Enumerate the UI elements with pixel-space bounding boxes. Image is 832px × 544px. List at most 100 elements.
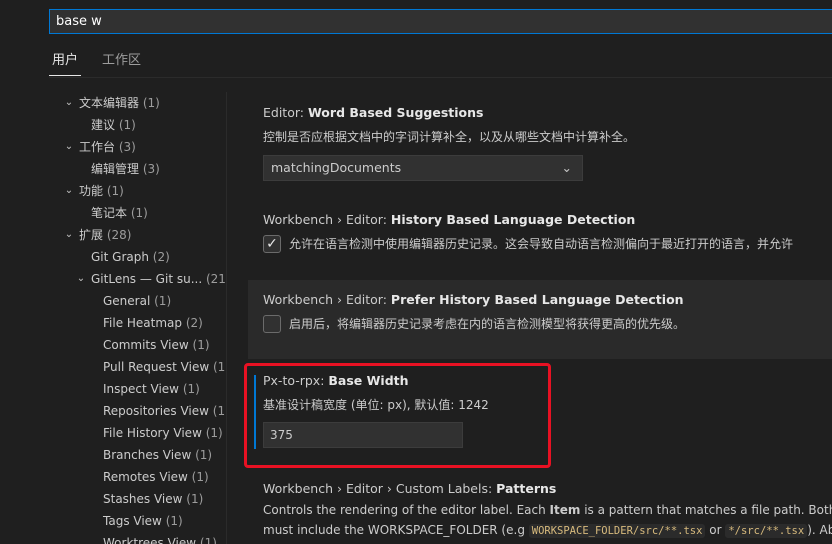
toc-item-pull-request-view[interactable]: Pull Request View (1) — [103, 356, 226, 378]
checkbox-label: 允许在语言检测中使用编辑器历史记录。这会导致自动语言检测偏向于最近打开的语言，并… — [289, 237, 794, 251]
toc-count: (1) — [212, 404, 226, 418]
setting-title: Workbench › Editor: Prefer History Based… — [263, 292, 684, 307]
toc-item-gitlens[interactable]: ⌄ GitLens — Git su... (21) — [74, 268, 226, 290]
chevron-down-icon: ⌄ — [64, 141, 74, 152]
toc-item-file-history-view[interactable]: File History View (1) — [103, 422, 223, 444]
toc-count: (1) — [130, 206, 148, 220]
setting-name: History Based Language Detection — [390, 212, 636, 227]
toc-item-editor-management[interactable]: 编辑管理 (3) — [91, 158, 160, 180]
chevron-down-icon: ⌄ — [64, 229, 74, 240]
settings-search-input[interactable] — [49, 9, 832, 34]
toc-item-inspect-view[interactable]: Inspect View (1) — [103, 378, 200, 400]
toc-count: (3) — [118, 140, 136, 154]
description-text: ). Absolu — [807, 523, 832, 537]
setting-title: Workbench › Editor: History Based Langua… — [263, 212, 635, 227]
toc-item-extensions[interactable]: ⌄ 扩展 (28) — [62, 224, 132, 246]
toc-label: File History View — [103, 426, 202, 440]
toc-label: 功能 — [79, 184, 104, 198]
setting-category: Workbench › Editor › Custom Labels: — [263, 481, 497, 496]
setting-name: Patterns — [496, 481, 557, 496]
toc-item-notebook[interactable]: 笔记本 (1) — [91, 202, 148, 224]
toc-item-remotes-view[interactable]: Remotes View (1) — [103, 466, 209, 488]
toc-item-general[interactable]: General (1) — [103, 290, 171, 312]
toc-label: 编辑管理 — [91, 162, 140, 176]
chevron-down-icon: ⌄ — [64, 97, 74, 108]
toc-count: (1) — [186, 492, 204, 506]
setting-prefer-history-language-detection: Workbench › Editor: Prefer History Based… — [248, 280, 832, 359]
toc-label: Stashes View — [103, 492, 183, 506]
toc-item-workbench[interactable]: ⌄ 工作台 (3) — [62, 136, 136, 158]
toc-label: File Heatmap — [103, 316, 183, 330]
tabs-divider — [49, 77, 832, 78]
setting-category: Editor: — [263, 105, 308, 120]
toc-item-worktrees-view[interactable]: Worktrees View (1) — [103, 532, 217, 544]
toc-label: Pull Request View — [103, 360, 210, 374]
setting-name: Prefer History Based Language Detection — [390, 292, 684, 307]
description-text: is a pattern that matches a file path. B… — [584, 503, 832, 517]
toc-count: (1) — [182, 382, 200, 396]
chevron-down-icon: ⌄ — [561, 160, 572, 175]
setting-description: 控制是否应根据文档中的字词计算补全，以及从哪些文档中计算补全。 — [263, 130, 636, 144]
toc-count: (1) — [142, 96, 160, 110]
settings-scope-tabs: 用户 工作区 — [49, 52, 144, 76]
toc-item-tags-view[interactable]: Tags View (1) — [103, 510, 183, 532]
setting-title: Workbench › Editor › Custom Labels: Patt… — [263, 481, 556, 496]
toc-count: (1) — [205, 426, 223, 440]
toc-count: (1) — [199, 536, 217, 544]
toc-label: Branches View — [103, 448, 192, 462]
setting-history-based-language-detection: Workbench › Editor: History Based Langua… — [248, 200, 832, 280]
toc-count: (1) — [212, 360, 226, 374]
settings-toc: ⌄ 文本编辑器 (1) 建议 (1) ⌄ 工作台 (3) 编辑管理 (3) ⌄ 功能 … — [0, 92, 226, 544]
description-bold: Item — [549, 503, 581, 517]
toc-count: (1) — [191, 470, 209, 484]
history-language-detection-checkbox[interactable]: ✓ — [263, 235, 281, 253]
toc-item-text-editor[interactable]: ⌄ 文本编辑器 (1) — [62, 92, 160, 114]
toc-item-git-graph[interactable]: Git Graph (2) — [91, 246, 170, 268]
toc-count: (1) — [118, 118, 136, 132]
setting-category: Workbench › Editor: — [263, 292, 391, 307]
toc-count: (1) — [106, 184, 124, 198]
toc-label: Git Graph — [91, 250, 149, 264]
toc-count: (21) — [205, 272, 226, 286]
toc-item-branches-view[interactable]: Branches View (1) — [103, 444, 212, 466]
select-value: matchingDocuments — [271, 160, 402, 175]
toc-divider — [226, 92, 227, 544]
toc-item-repositories-view[interactable]: Repositories View (1) — [103, 400, 226, 422]
toc-label: 文本编辑器 — [79, 96, 140, 110]
toc-label: 建议 — [91, 118, 116, 132]
toc-item-suggestions[interactable]: 建议 (1) — [91, 114, 136, 136]
tab-user[interactable]: 用户 — [49, 52, 82, 76]
toc-label: Repositories View — [103, 404, 209, 418]
toc-count: (2) — [185, 316, 203, 330]
toc-label: Worktrees View — [103, 536, 197, 544]
setting-name: Word Based Suggestions — [307, 105, 484, 120]
toc-count: (1) — [192, 338, 210, 352]
settings-list: Editor: Word Based Suggestions 控制是否应根据文档… — [248, 92, 832, 544]
toc-label: Commits View — [103, 338, 189, 352]
toc-item-file-heatmap[interactable]: File Heatmap (2) — [103, 312, 203, 334]
toc-item-features[interactable]: ⌄ 功能 (1) — [62, 180, 124, 202]
toc-count: (1) — [154, 294, 172, 308]
toc-label: Tags View — [103, 514, 162, 528]
toc-label: Inspect View — [103, 382, 179, 396]
chevron-down-icon: ⌄ — [76, 273, 86, 284]
toc-count: (1) — [165, 514, 183, 528]
tab-workspace[interactable]: 工作区 — [99, 52, 144, 76]
toc-label: GitLens — Git su... — [91, 272, 203, 286]
setting-custom-labels-patterns: Workbench › Editor › Custom Labels: Patt… — [248, 469, 832, 544]
toc-label: 笔记本 — [91, 206, 128, 220]
toc-label: General — [103, 294, 151, 308]
check-icon: ✓ — [266, 236, 278, 252]
toc-item-commits-view[interactable]: Commits View (1) — [103, 334, 210, 356]
highlight-annotation-box — [244, 363, 551, 468]
word-based-suggestions-select[interactable]: matchingDocuments ⌄ — [263, 155, 583, 181]
prefer-history-detection-checkbox[interactable] — [263, 315, 281, 333]
setting-category: Workbench › Editor: — [263, 212, 391, 227]
toc-label: 工作台 — [79, 140, 116, 154]
setting-description: Controls the rendering of the editor lab… — [263, 503, 832, 517]
toc-count: (3) — [142, 162, 160, 176]
setting-word-based-suggestions: Editor: Word Based Suggestions 控制是否应根据文档… — [248, 92, 832, 200]
toc-count: (2) — [152, 250, 170, 264]
toc-item-stashes-view[interactable]: Stashes View (1) — [103, 488, 203, 510]
description-text: or — [705, 523, 726, 537]
